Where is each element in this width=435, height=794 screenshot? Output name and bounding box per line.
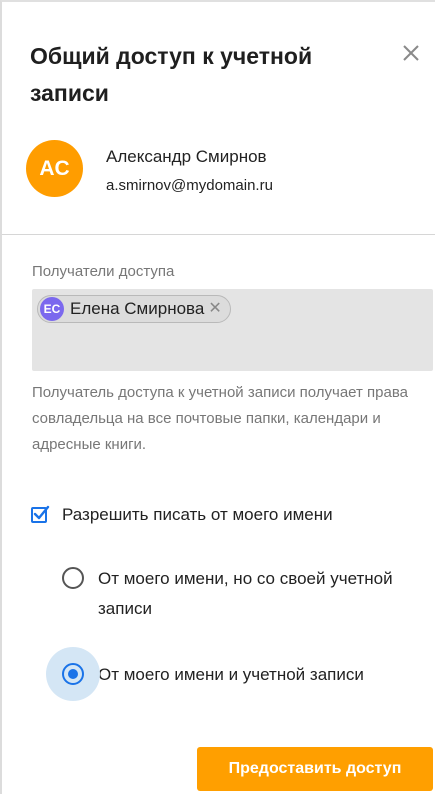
- dialog-header: Общий доступ к учетной записи: [30, 38, 370, 112]
- account-owner: AC Александр Смирнов a.smirnov@mydomain.…: [26, 140, 426, 210]
- recipient-name: Елена Смирнова: [70, 299, 205, 318]
- close-icon: [403, 45, 419, 61]
- recipient-avatar: EC: [40, 297, 64, 321]
- recipient-chip: EC Елена Смирнова ✕: [37, 295, 231, 323]
- dialog-title: Общий доступ к учетной записи: [30, 43, 313, 106]
- radio-button[interactable]: [62, 567, 84, 589]
- close-button[interactable]: [398, 40, 424, 66]
- access-hint: Получатель доступа к учетной записи полу…: [32, 384, 408, 453]
- radio-option-label: От моего имени, но со своей учетной запи…: [98, 569, 393, 618]
- radio-option-label: От моего имени и учетной записи: [98, 665, 364, 684]
- send-as-checkbox[interactable]: Разрешить писать от моего имени: [30, 505, 333, 525]
- checkbox-checked-icon: [31, 505, 50, 523]
- send-as-label: Разрешить писать от моего имени: [62, 505, 333, 524]
- radio-unchecked-icon: [62, 567, 84, 589]
- owner-email: a.smirnov@mydomain.ru: [106, 177, 273, 194]
- owner-name: Александр Смирнов: [106, 147, 267, 166]
- remove-recipient-icon[interactable]: ✕: [208, 301, 221, 317]
- radio-dot: [68, 669, 78, 679]
- section-divider: [2, 234, 435, 235]
- recipients-input[interactable]: EC Елена Смирнова ✕: [32, 289, 433, 371]
- radio-option-my-account[interactable]: От моего имени и учетной записи: [46, 647, 364, 701]
- radio-option-own-account[interactable]: От моего имени, но со своей учетной запи…: [62, 564, 398, 624]
- radio-button[interactable]: [46, 647, 100, 701]
- owner-avatar: AC: [26, 140, 83, 197]
- recipients-label: Получатели доступа: [32, 263, 175, 280]
- share-account-dialog: Общий доступ к учетной записи AC Алексан…: [0, 0, 435, 794]
- grant-access-button[interactable]: Предоставить доступ: [197, 747, 433, 791]
